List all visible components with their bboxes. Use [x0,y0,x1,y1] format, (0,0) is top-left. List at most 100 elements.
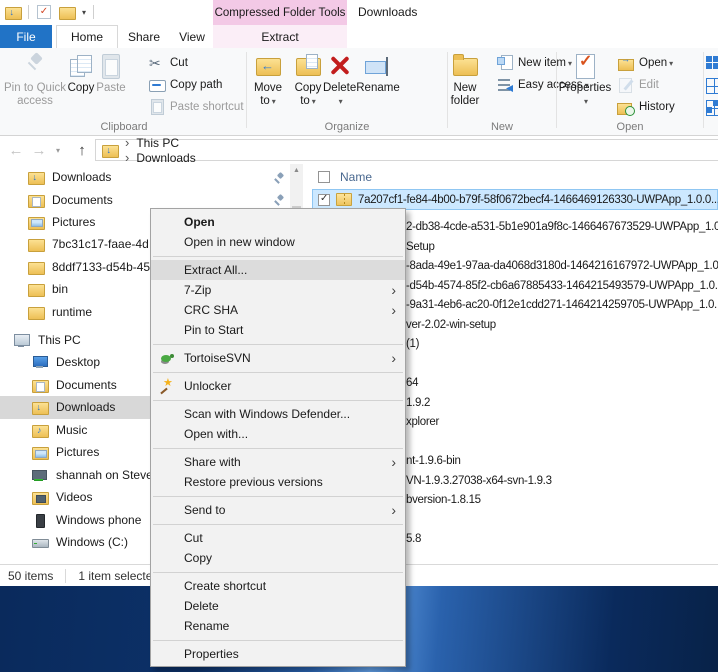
ribbon-button[interactable]: Copy ▾ [66,48,96,108]
breadcrumb-item[interactable]: › This PC [118,135,196,150]
ribbon-small-icon [148,76,166,94]
ribbon-button[interactable]: Pin to Quick access▾ [4,48,66,108]
file-row[interactable]: 2-db38-4cde-a531-5b1e901a9f8c-1466467673… [406,218,718,238]
window-title: Downloads [358,5,418,19]
ribbon-small-button[interactable]: Paste shortcut▾ [148,96,244,118]
ribbon-button-icon [570,51,600,81]
submenu-arrow-icon: › [391,282,396,298]
folder-icon[interactable] [59,5,76,20]
ribbon-button[interactable]: Delete ▾ [323,48,356,108]
file-row[interactable]: 64 [406,374,718,394]
file-row[interactable] [406,433,718,453]
file-row[interactable]: nt-1.9.6-bin [406,452,718,472]
menu-item[interactable]: Extract All... › [151,260,405,280]
ribbon-button-icon [96,51,126,81]
file-row[interactable]: (1) [406,335,718,355]
menu-item[interactable]: Delete › [151,596,405,616]
ribbon-button-icon [325,51,355,81]
file-row[interactable]: bversion-1.8.15 [406,491,718,511]
file-row-selected[interactable]: 7a207cf1-fe84-4b00-b79f-58f0672becf4-146… [312,189,718,210]
ribbon-small-button[interactable]: Open▾ [617,52,675,74]
menu-item: › [151,252,405,260]
ribbon-button[interactable]: Move to▾ [253,48,283,108]
sidebar-item-icon [32,378,49,393]
ribbon-group-clipboard: Pin to Quick access▾ Copy ▾ Paste ▾ Cut▾… [2,48,246,136]
ribbon-small-icon [617,98,635,116]
downloads-folder-icon [102,143,119,158]
ribbon-small-icon [148,98,166,116]
ribbon-button[interactable]: New folder▾ [450,48,480,108]
menu-item-icon [159,376,175,394]
scrollbar-up-arrow[interactable]: ▲ [290,167,303,174]
ribbon-small-button[interactable]: Select none [704,74,718,96]
up-button[interactable]: ↑ [70,136,94,164]
file-row[interactable]: -9a31-4eb6-ac20-0f12e1cdd271-14642142597… [406,296,718,316]
ribbon-small-button[interactable]: History▾ [617,96,675,118]
menu-item[interactable]: Create shortcut › [151,576,405,596]
menu-item[interactable]: Send to › [151,500,405,520]
menu-item[interactable]: Open › [151,212,405,232]
ribbon-small-button[interactable]: Select all [704,52,718,74]
ribbon-button-icon [253,51,283,81]
file-row[interactable]: 5.8 [406,530,718,550]
menu-item[interactable]: Unlocker › [151,376,405,396]
toolbar-separator [93,5,95,19]
file-row[interactable]: ver-2.02-win-setup [406,316,718,336]
menu-item[interactable]: 7-Zip › [151,280,405,300]
header-checkbox[interactable] [318,171,330,183]
menu-item[interactable]: Restore previous versions › [151,472,405,492]
ribbon-button[interactable]: Copy to ▾ [293,48,323,108]
ribbon-button[interactable]: Properties ▾ [559,48,611,108]
sidebar-item[interactable]: Downloads [0,166,298,188]
ribbon-small-button[interactable]: Copy path▾ [148,74,244,96]
tab-home[interactable]: Home [56,25,118,48]
menu-item[interactable]: Properties › [151,644,405,664]
ribbon-button[interactable]: Rename ▾ [356,48,400,108]
ribbon-group-select: Select all Select none Invert selection [704,48,718,136]
items-count: 50 items [8,568,54,583]
back-button[interactable]: ← [4,136,28,164]
menu-item[interactable]: Pin to Start › [151,320,405,340]
file-row[interactable]: -d54b-4574-85f2-cb6a67885433-14642154935… [406,277,718,297]
menu-item[interactable]: Rename › [151,616,405,636]
file-row[interactable] [406,355,718,375]
menu-item[interactable]: Copy › [151,548,405,568]
file-row[interactable]: 1.9.2 [406,394,718,414]
breadcrumb-item[interactable]: › Downloads [118,150,196,165]
ribbon-small-icon [148,54,166,72]
tab-file[interactable]: File [0,25,52,48]
menu-item[interactable]: Share with › [151,452,405,472]
history-dropdown-caret[interactable]: ▾ [50,136,66,164]
file-row[interactable]: Setup [406,238,718,258]
tab-extract[interactable]: Extract [245,25,315,48]
file-row[interactable] [406,511,718,531]
file-row[interactable]: xplorer [406,413,718,433]
ribbon-button-icon [450,51,480,81]
pin-icon [274,194,284,204]
tab-share[interactable]: Share [120,25,168,48]
checkmark-icon[interactable] [36,5,52,19]
file-row[interactable]: VN-1.9.3.27038-x64-svn-1.9.3 [406,472,718,492]
ribbon-small-button[interactable]: Cut▾ [148,52,244,74]
menu-item[interactable]: TortoiseSVN › [151,348,405,368]
column-header-label[interactable]: Name [340,170,372,184]
file-row[interactable]: -8ada-49e1-97aa-da4068d3180d-14642161679… [406,257,718,277]
qat-dropdown-caret[interactable]: ▾ [82,8,86,17]
pin-icon [274,172,284,182]
breadcrumb[interactable]: ›This PC›Downloads [95,135,718,165]
forward-button[interactable]: → [28,136,50,164]
row-checkbox-checked[interactable] [318,193,330,206]
ribbon-small-button[interactable]: Edit▾ [617,74,675,96]
menu-item[interactable]: Cut › [151,528,405,548]
ribbon-small-button[interactable]: Invert selection [704,96,718,118]
ribbon-button[interactable]: Paste ▾ [96,48,126,108]
tab-view[interactable]: View [170,25,214,48]
sidebar-item-icon [32,490,49,506]
column-header[interactable]: Name [318,170,372,184]
menu-item[interactable]: CRC SHA › [151,300,405,320]
menu-item[interactable]: Open with... › [151,424,405,444]
menu-item[interactable]: Open in new window › [151,232,405,252]
quick-access-toolbar[interactable]: ▾ [5,4,95,20]
menu-item: › [151,444,405,452]
menu-item[interactable]: Scan with Windows Defender... › [151,404,405,424]
